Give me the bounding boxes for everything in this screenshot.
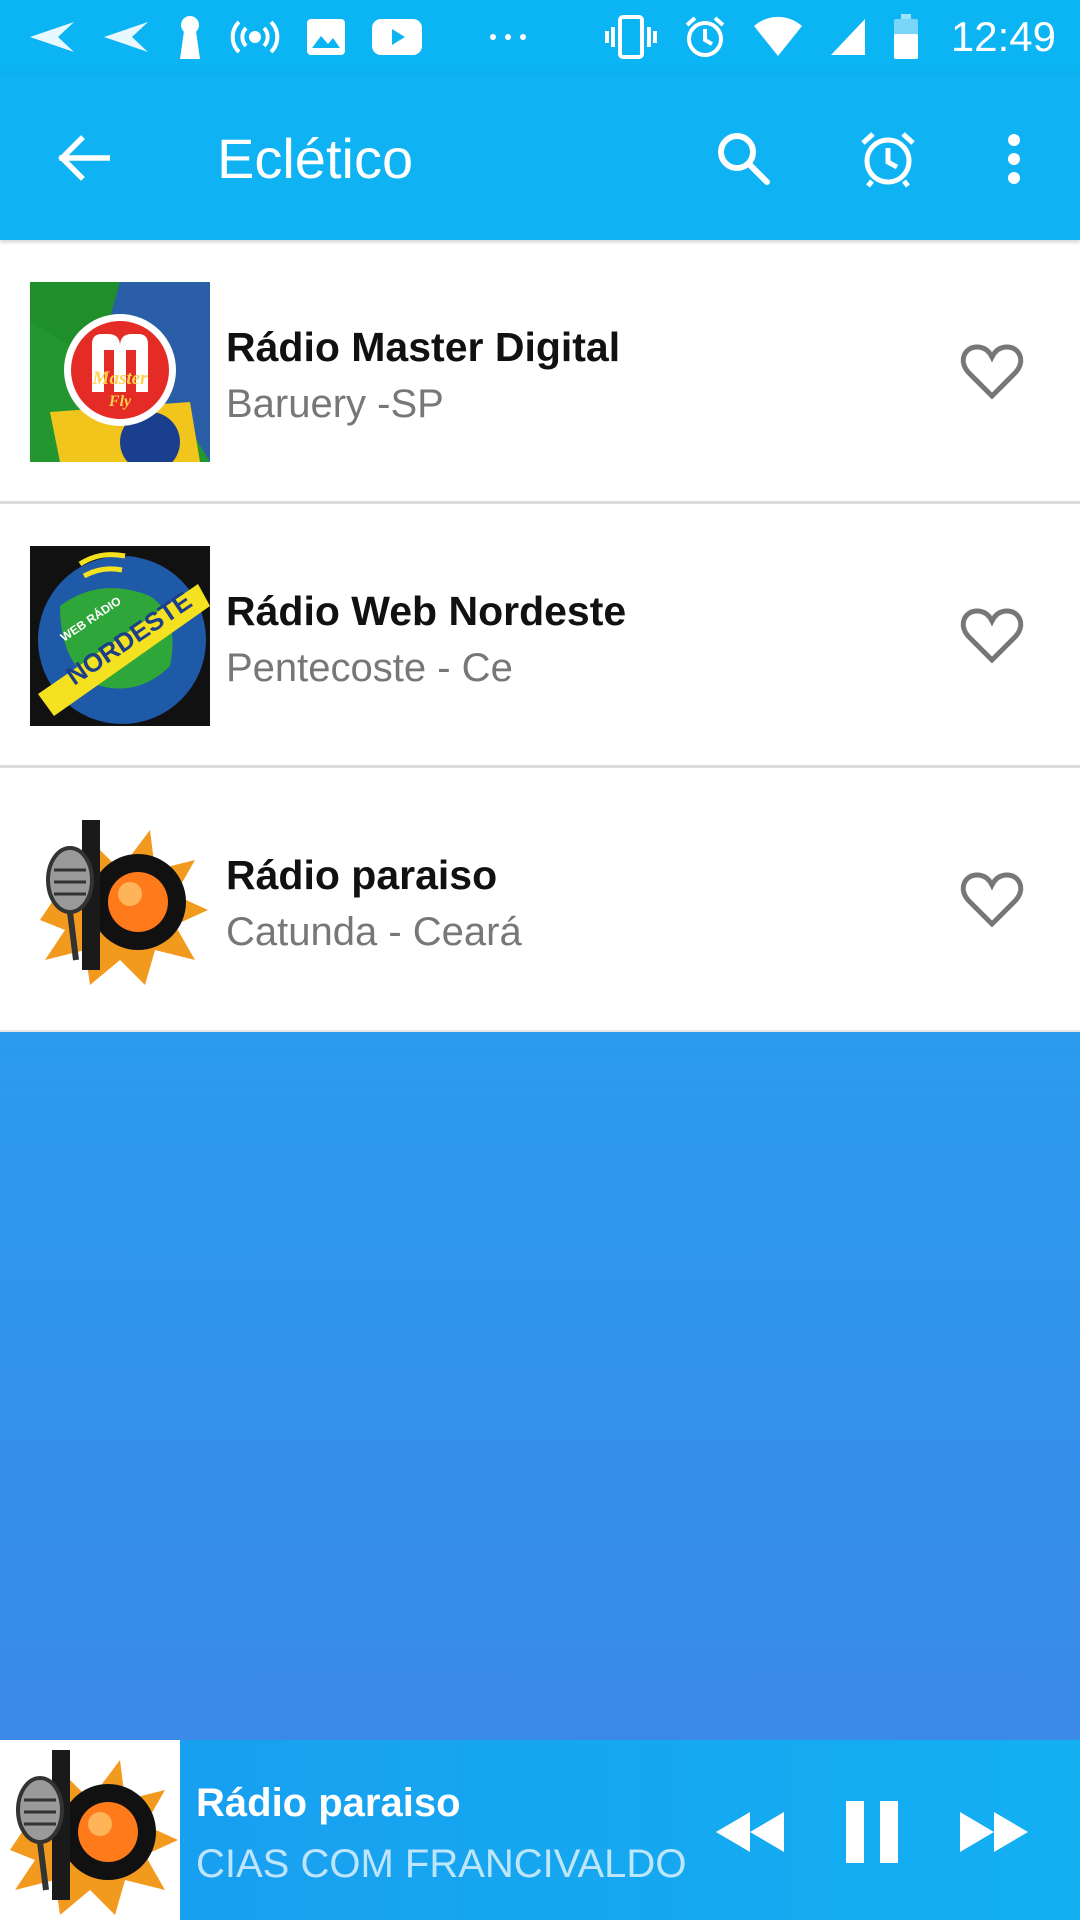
svg-text:Master: Master xyxy=(92,368,149,389)
alarm-icon xyxy=(683,15,727,59)
screen: 12:49 Eclético Master Fly Rádio Master D… xyxy=(0,0,1080,1920)
station-city: Baruery -SP xyxy=(226,382,444,426)
station-city: Pentecoste - Ce xyxy=(226,646,513,690)
favorite-button[interactable] xyxy=(956,336,1028,408)
station-city: Catunda - Ceará xyxy=(226,910,522,954)
sleep-timer-button[interactable] xyxy=(852,123,924,195)
pause-button[interactable] xyxy=(830,1790,914,1874)
favorite-button[interactable] xyxy=(956,600,1028,672)
page-title: Eclético xyxy=(217,127,414,190)
mini-player[interactable]: Rádio paraiso CIAS COM FRANCIVALDO S xyxy=(0,1740,1080,1920)
station-logo xyxy=(30,810,210,990)
overflow-menu-button[interactable] xyxy=(990,123,1038,195)
station-name: Rádio Web Nordeste xyxy=(226,588,627,634)
favorite-button[interactable] xyxy=(956,864,1028,936)
signal-icon xyxy=(829,17,867,57)
alarm-clock-icon xyxy=(861,132,915,188)
heart-outline-icon xyxy=(960,872,1024,928)
now-playing-title: Rádio paraiso xyxy=(196,1781,461,1825)
back-arrow-icon xyxy=(58,135,110,181)
station-logo: NORDESTE WEB RÁDIO xyxy=(30,546,210,726)
station-row-paraiso[interactable]: Rádio paraiso Catunda - Ceará xyxy=(0,768,1080,1032)
fast-forward-button[interactable] xyxy=(952,1790,1036,1874)
battery-icon xyxy=(893,13,919,60)
heart-outline-icon xyxy=(960,608,1024,664)
status-left-icons xyxy=(28,15,528,59)
vibrate-icon xyxy=(604,14,657,59)
rewind-button[interactable] xyxy=(708,1790,792,1874)
send-icon xyxy=(102,20,150,54)
app-bar: Eclético xyxy=(0,73,1080,240)
more-dots-icon xyxy=(488,32,528,42)
status-time: 12:49 xyxy=(950,12,1056,60)
more-vert-icon xyxy=(1008,134,1020,184)
station-name: Rádio paraiso xyxy=(226,852,498,898)
broadcast-icon xyxy=(230,18,280,56)
back-button[interactable] xyxy=(52,126,116,190)
search-icon xyxy=(718,133,770,185)
station-list: Master Fly Rádio Master Digital Baruery … xyxy=(0,240,1080,1032)
now-playing-ticker: CIAS COM FRANCIVALDO S xyxy=(196,1842,690,1886)
youtube-icon xyxy=(372,18,422,55)
station-row-web-nordeste[interactable]: NORDESTE WEB RÁDIO Rádio Web Nordeste Pe… xyxy=(0,504,1080,768)
pause-icon xyxy=(846,1801,898,1863)
station-name: Rádio Master Digital xyxy=(226,324,621,370)
svg-text:Fly: Fly xyxy=(108,393,132,410)
status-right-icons: 12:49 xyxy=(604,12,1056,61)
fast-forward-icon xyxy=(960,1812,1028,1852)
status-bar: 12:49 xyxy=(0,0,1080,73)
search-button[interactable] xyxy=(708,123,778,193)
send-icon xyxy=(28,20,76,54)
now-playing-logo xyxy=(0,1740,180,1920)
keyhole-icon xyxy=(176,15,204,59)
image-icon xyxy=(306,18,346,56)
empty-list-area xyxy=(0,1032,1080,1740)
rewind-icon xyxy=(716,1812,784,1852)
station-logo: Master Fly xyxy=(30,282,210,462)
heart-outline-icon xyxy=(960,344,1024,400)
station-row-master-digital[interactable]: Master Fly Rádio Master Digital Baruery … xyxy=(0,240,1080,504)
wifi-icon xyxy=(753,16,803,58)
